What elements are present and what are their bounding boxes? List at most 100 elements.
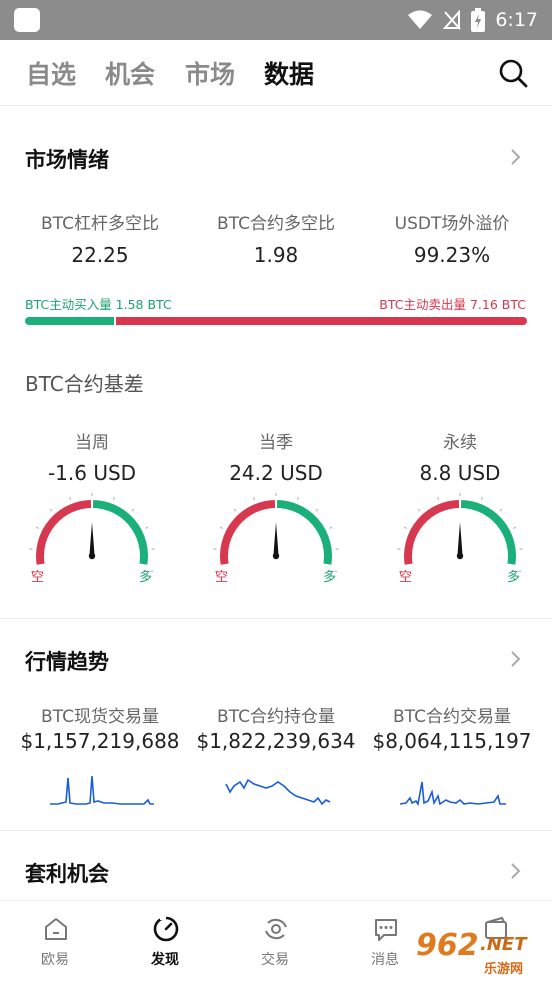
gauge-tick <box>233 508 237 512</box>
gauge-tick <box>436 496 440 501</box>
home-icon <box>45 918 67 940</box>
chevron-right-icon[interactable] <box>510 148 522 166</box>
stat-label-leverage-ratio: BTC杠杆多空比 <box>41 214 159 234</box>
trend-title[interactable]: 行情趋势 <box>25 646 109 676</box>
sell-volume-bar <box>116 317 527 325</box>
stat-value-contract-ratio: 1.98 <box>253 243 299 267</box>
discover-icon <box>153 916 179 942</box>
no-signal-icon <box>443 10 462 30</box>
gauge-label-quarterly: 当季 <box>259 433 293 453</box>
buy-volume-label: BTC主动买入量 1.58 BTC <box>25 297 172 312</box>
gauge-tick <box>417 508 421 512</box>
gauge-weekly <box>29 493 155 573</box>
status-bar: 6:17 <box>0 0 552 40</box>
chevron-right-icon[interactable] <box>510 862 522 880</box>
sparkline-open-interest <box>225 778 331 806</box>
chevron-right-icon[interactable] <box>510 650 522 668</box>
watermark-logo-number: 962 <box>416 928 479 963</box>
gauge-short-arc <box>220 500 276 565</box>
gauge-long-label: 多 <box>323 570 337 585</box>
gauge-needle <box>89 522 95 556</box>
gauge-tick <box>480 496 484 501</box>
gauge-needle-pivot <box>456 552 464 560</box>
message-icon <box>375 919 397 941</box>
gauge-tick <box>131 508 135 512</box>
gauge-tick <box>49 508 53 512</box>
stat-value-usdt-premium: 99.23% <box>413 243 491 267</box>
status-time: 6:17 <box>495 9 538 31</box>
gauge-value-weekly: -1.6 USD <box>47 461 137 485</box>
battery-icon <box>471 8 486 32</box>
tab-opportunity[interactable]: 机会 <box>105 55 155 91</box>
gauge-tick <box>219 526 223 529</box>
section-divider <box>0 618 552 619</box>
nav-label-okex: 欧易 <box>41 952 69 968</box>
gauge-short-label: 空 <box>215 570 229 585</box>
watermark-domain: .NET <box>480 934 527 955</box>
gauge-short-label: 空 <box>399 570 413 585</box>
top-tab-bar: 自选 机会 市场 数据 <box>0 40 552 106</box>
gauge-needle-pivot <box>88 552 96 560</box>
tab-data[interactable]: 数据 <box>264 55 314 91</box>
stat-value-leverage-ratio: 22.25 <box>71 243 129 267</box>
trend-value-open-interest: $1,822,239,634 <box>196 729 356 753</box>
status-icons: 6:17 <box>407 0 538 40</box>
section-divider <box>0 830 552 831</box>
app-notification-icon <box>14 8 40 32</box>
nav-label-discover: 发现 <box>151 952 179 968</box>
gauge-tick <box>513 526 517 529</box>
gauge-long-label: 多 <box>139 570 153 585</box>
gauge-needle <box>273 522 279 556</box>
gauge-long-arc <box>276 500 332 565</box>
gauge-value-quarterly: 24.2 USD <box>229 461 323 485</box>
trend-label-contract-volume: BTC合约交易量 <box>393 707 511 727</box>
gauge-tick <box>499 508 503 512</box>
watermark-logo: 962 .NET 乐游网 <box>406 928 546 977</box>
gauge-short-arc <box>404 500 460 565</box>
gauge-tick <box>403 526 407 529</box>
gauge-perpetual <box>397 493 523 573</box>
sparkline-contract-volume <box>399 781 506 807</box>
nav-item-discover[interactable]: 发现 <box>110 901 220 981</box>
trend-value-spot-volume: $1,157,219,688 <box>20 729 180 753</box>
gauge-tick <box>315 508 319 512</box>
gauge-needle-pivot <box>272 552 280 560</box>
trade-icon <box>265 918 287 940</box>
watermark-text: 乐游网 <box>484 962 524 977</box>
gauge-tick <box>68 496 72 501</box>
sentiment-title[interactable]: 市场情绪 <box>25 144 109 174</box>
gauge-value-perpetual: 8.8 USD <box>419 461 501 485</box>
gauge-label-weekly: 当周 <box>75 433 109 453</box>
arbitrage-title[interactable]: 套利机会 <box>25 858 109 888</box>
gauge-tick <box>35 526 39 529</box>
wifi-icon <box>408 10 433 29</box>
trend-label-spot-volume: BTC现货交易量 <box>41 707 159 727</box>
sparkline-spot-volume <box>50 775 154 805</box>
basis-title: BTC合约基差 <box>25 372 144 396</box>
gauge-short-label: 空 <box>31 570 45 585</box>
gauge-tick <box>112 496 116 501</box>
gauge-tick <box>329 526 333 529</box>
nav-item-okex[interactable]: 欧易 <box>0 901 110 981</box>
buy-volume-bar <box>25 317 114 325</box>
gauge-label-perpetual: 永续 <box>443 433 477 453</box>
nav-item-trade[interactable]: 交易 <box>220 901 330 981</box>
search-icon[interactable] <box>498 58 528 88</box>
gauge-needle <box>457 522 463 556</box>
stat-label-usdt-premium: USDT场外溢价 <box>394 214 510 234</box>
gauge-quarterly <box>213 493 339 573</box>
tab-market[interactable]: 市场 <box>185 55 235 91</box>
gauge-long-arc <box>460 500 516 565</box>
nav-label-trade: 交易 <box>261 952 289 968</box>
gauge-tick <box>296 496 300 501</box>
gauge-long-label: 多 <box>507 570 521 585</box>
gauge-short-arc <box>36 500 92 565</box>
gauge-tick <box>145 526 149 529</box>
trend-value-contract-volume: $8,064,115,197 <box>372 729 532 753</box>
gauge-tick <box>252 496 256 501</box>
tab-watchlist[interactable]: 自选 <box>26 55 76 91</box>
trend-label-open-interest: BTC合约持仓量 <box>217 707 335 727</box>
gauge-long-arc <box>92 500 148 565</box>
sell-volume-label: BTC主动卖出量 7.16 BTC <box>379 297 526 312</box>
stat-label-contract-ratio: BTC合约多空比 <box>217 214 335 234</box>
